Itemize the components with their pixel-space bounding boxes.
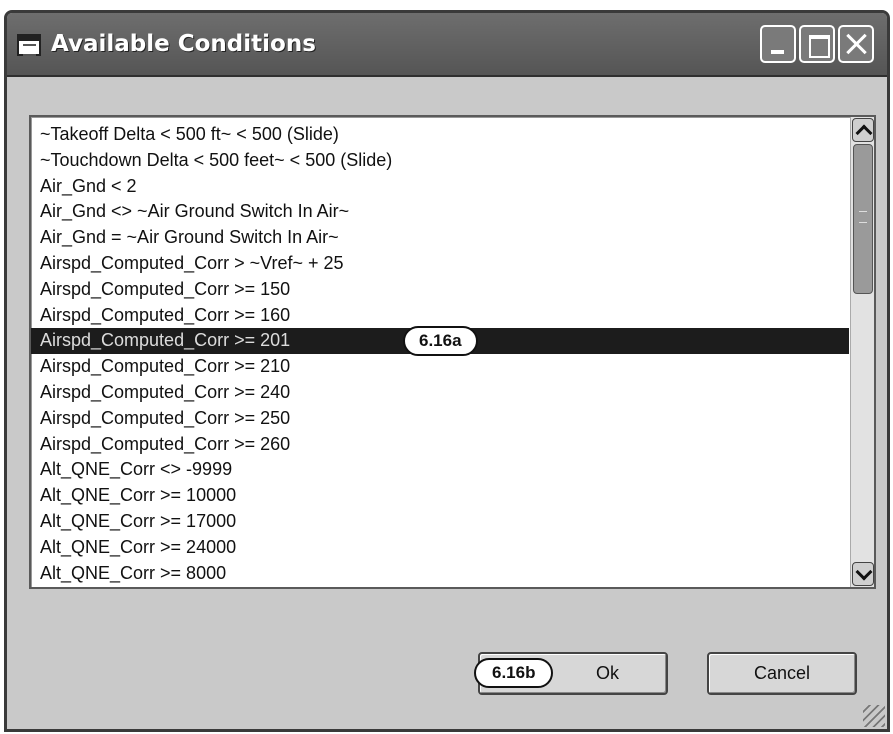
list-item-label: Airspd_Computed_Corr > ~Vref~ + 25	[40, 252, 344, 273]
window-app-icon[interactable]	[17, 34, 41, 56]
cancel-button-label: Cancel	[753, 663, 811, 683]
list-item-label: Alt_QNE_Corr >= 8000	[40, 562, 227, 583]
callout-label: 6.16b	[474, 658, 554, 688]
list-item-label: Airspd_Computed_Corr >= 260	[40, 433, 291, 454]
close-button[interactable]	[838, 25, 874, 63]
ok-button[interactable]: 6.16b Ok	[474, 652, 668, 695]
resize-grip-icon[interactable]	[863, 705, 885, 727]
list-item[interactable]: Air_Gnd < 2	[31, 174, 849, 200]
list-item-label: Alt_QNE_Corr >= 17000	[40, 510, 237, 531]
list-item[interactable]: Airspd_Computed_Corr >= 150	[31, 277, 849, 303]
list-item[interactable]: Airspd_Computed_Corr >= 210	[31, 354, 849, 380]
list-item[interactable]: Alt_QNE_Corr >= 17000	[31, 509, 849, 535]
title-bar[interactable]: Available Conditions	[7, 13, 887, 77]
list-item[interactable]: Airspd_Computed_Corr >= 240	[31, 380, 849, 406]
list-item[interactable]: Airspd_Computed_Corr >= 250	[31, 406, 849, 432]
list-item[interactable]: ~Touchdown Delta < 500 feet~ < 500 (Slid…	[31, 148, 849, 174]
list-item-label: ~Touchdown Delta < 500 feet~ < 500 (Slid…	[40, 149, 393, 170]
list-item-label: Air_Gnd <> ~Air Ground Switch In Air~	[40, 201, 350, 222]
list-item[interactable]: Air_Gnd = ~Air Ground Switch In Air~	[31, 225, 849, 251]
list-item[interactable]: Alt_QNE_Corr >= 10000	[31, 483, 849, 509]
list-item[interactable]: Alt_QNE_Corr <> -9999	[31, 457, 849, 483]
cancel-button[interactable]: Cancel	[707, 652, 857, 695]
callout-label: 6.16a	[403, 326, 478, 357]
window-title: Available Conditions	[51, 31, 316, 57]
list-item-selected[interactable]: Airspd_Computed_Corr >= 201 6.16a	[31, 326, 849, 357]
list-item-label: ~Takeoff Delta < 500 ft~ < 500 (Slide)	[40, 124, 339, 144]
list-item-label: Airspd_Computed_Corr >= 150	[40, 278, 291, 299]
chevron-up-icon[interactable]	[852, 118, 874, 142]
list-item[interactable]: Alt_QNE_Corr >= 8000	[31, 561, 849, 587]
list-item[interactable]: ~Takeoff Delta < 500 ft~ < 500 (Slide)	[31, 122, 849, 148]
list-item[interactable]: Airspd_Computed_Corr >= 160	[31, 303, 849, 329]
list-item-label: Air_Gnd < 2	[40, 175, 137, 196]
list-item-label: Airspd_Computed_Corr >= 210	[40, 356, 291, 377]
list-item[interactable]: Alt_QNE_Corr >= 24000	[31, 535, 849, 561]
list-item-label: Alt_QNE_Corr <> -9999	[40, 459, 233, 480]
scrollbar-thumb[interactable]	[853, 144, 873, 294]
list-item-label: Airspd_Computed_Corr >= 201	[40, 330, 291, 351]
list-item-label: Airspd_Computed_Corr >= 160	[40, 304, 291, 325]
list-item-label: Alt_QNE_Corr >= 10000	[40, 485, 237, 506]
list-item-label: Alt_QNE_Corr >= 24000	[40, 536, 237, 557]
ok-button-label: Ok	[596, 663, 620, 683]
vertical-scrollbar[interactable]	[850, 117, 874, 587]
conditions-listbox[interactable]: ~Takeoff Delta < 500 ft~ < 500 (Slide) ~T…	[29, 115, 876, 589]
maximize-button[interactable]	[799, 25, 835, 63]
list-item-label: Airspd_Computed_Corr >= 250	[40, 407, 291, 428]
list-item-label: Airspd_Computed_Corr >= 240	[40, 381, 291, 402]
conditions-list: ~Takeoff Delta < 500 ft~ < 500 (Slide) ~T…	[31, 122, 849, 586]
list-item[interactable]: Air_Gnd <> ~Air Ground Switch In Air~	[31, 199, 849, 225]
available-conditions-dialog: Available Conditions ~Takeoff Delta < 50…	[4, 10, 890, 732]
list-item[interactable]: Airspd_Computed_Corr >= 260	[31, 432, 849, 458]
list-item-label: Air_Gnd = ~Air Ground Switch In Air~	[40, 227, 339, 248]
chevron-down-icon[interactable]	[852, 562, 874, 586]
list-item[interactable]: Airspd_Computed_Corr > ~Vref~ + 25	[31, 251, 849, 277]
minimize-button[interactable]	[760, 25, 796, 63]
